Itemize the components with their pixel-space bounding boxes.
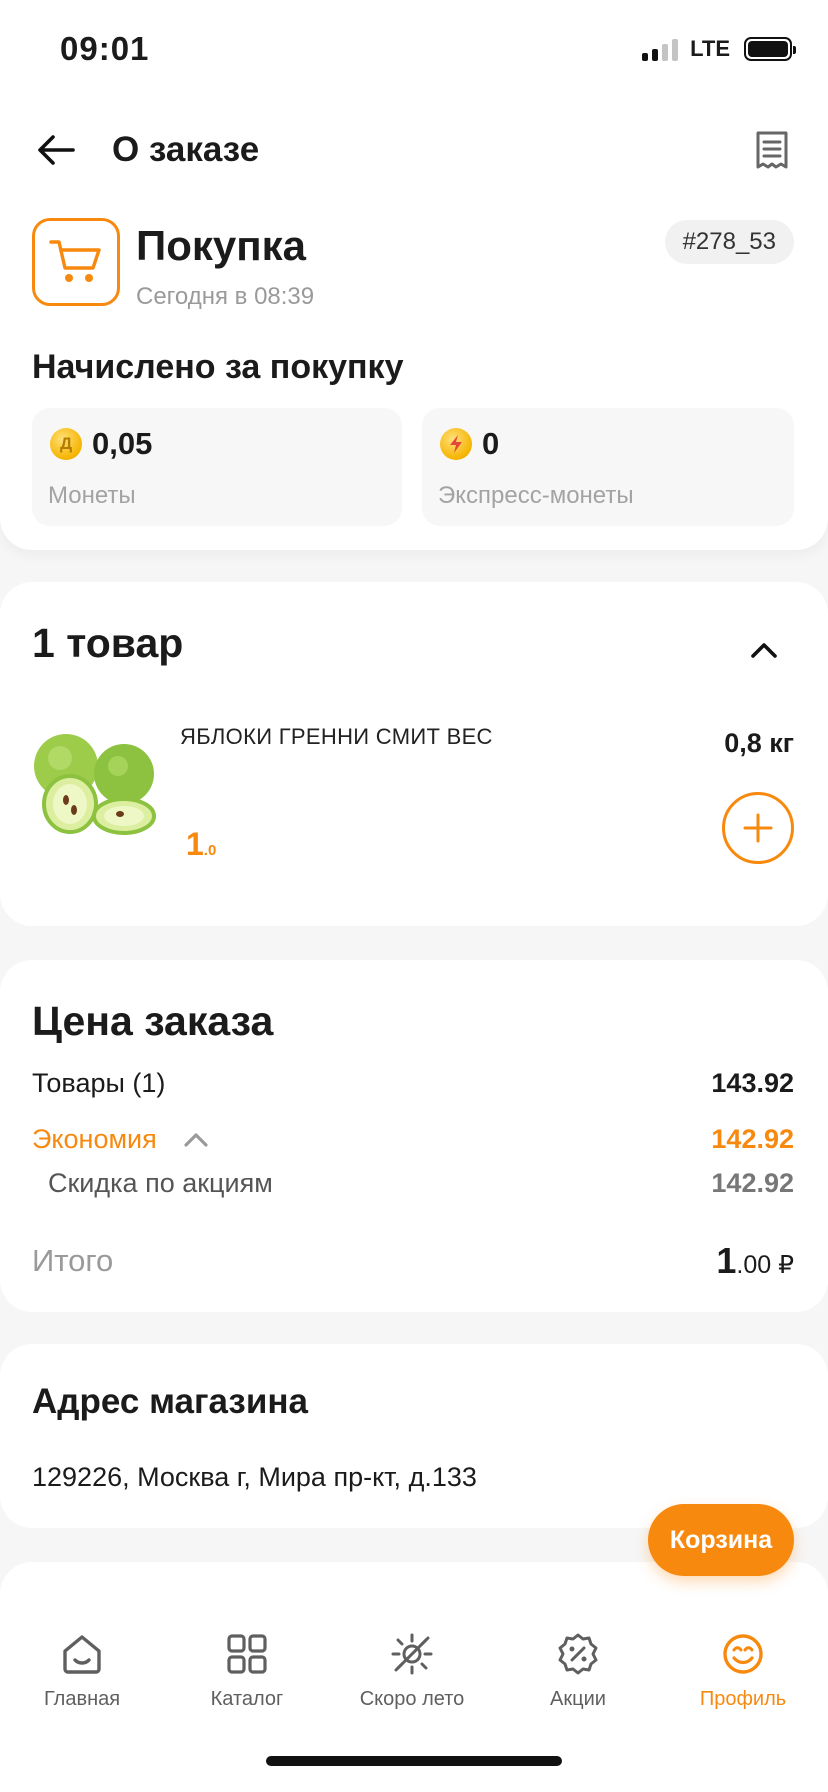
- shopping-cart-icon: [49, 240, 101, 282]
- chevron-up-icon: [184, 1132, 208, 1147]
- express-coins-label: Экспресс-монеты: [438, 482, 634, 509]
- back-button[interactable]: [30, 124, 82, 176]
- tab-profile[interactable]: Профиль: [668, 1630, 818, 1711]
- receipt-button[interactable]: [746, 124, 798, 176]
- coins-label: Монеты: [48, 482, 136, 509]
- items-card: 1 товар ЯБЛОКИ ГРЕННИ СМИТ ВЕС 0,8 кг 1.…: [0, 582, 828, 926]
- arrow-left-icon: [38, 135, 75, 165]
- discount-icon: [554, 1630, 602, 1678]
- tab-catalog[interactable]: Каталог: [172, 1630, 322, 1711]
- total-label: Итого: [32, 1243, 114, 1278]
- address-text: 129226, Москва г, Мира пр-кт, д.133: [32, 1462, 477, 1492]
- page-title: О заказе: [112, 130, 260, 169]
- add-to-cart-button[interactable]: [722, 792, 794, 864]
- store-address-card: Адрес магазина 129226, Москва г, Мира пр…: [0, 1344, 828, 1528]
- sun-icon: [388, 1630, 436, 1678]
- tab-summer[interactable]: Скоро лето: [337, 1630, 487, 1711]
- status-time: 09:01: [60, 30, 150, 67]
- network-label: LTE: [690, 36, 730, 61]
- discount-label: Скидка по акциям: [48, 1168, 273, 1198]
- earned-title: Начислено за покупку: [32, 348, 404, 386]
- purchase-time: Сегодня в 08:39: [136, 283, 315, 310]
- tab-label-summer: Скоро лето: [359, 1688, 465, 1710]
- discount-row: Скидка по акциям 142.92: [48, 1168, 794, 1199]
- express-coins-box: 0 Экспресс-монеты: [422, 408, 794, 526]
- product-name: ЯБЛОКИ ГРЕННИ СМИТ ВЕС: [180, 724, 493, 749]
- collapse-items-button[interactable]: [744, 630, 784, 670]
- total-value: 1.00 ₽: [716, 1240, 794, 1282]
- coins-box: Д 0,05 Монеты: [32, 408, 402, 526]
- savings-label: Экономия: [32, 1124, 157, 1154]
- goods-value: 143.92: [711, 1068, 794, 1098]
- product-price-major: 1: [186, 826, 204, 862]
- total-value-minor: .00 ₽: [736, 1251, 794, 1279]
- battery-icon: [744, 37, 796, 61]
- discount-value: 142.92: [711, 1168, 794, 1198]
- tab-promotions[interactable]: Акции: [503, 1630, 653, 1711]
- product-price-minor: .0: [203, 842, 217, 859]
- signal-icon: [642, 37, 679, 61]
- smile-icon: [719, 1630, 767, 1678]
- status-icons: LTE: [642, 36, 796, 62]
- address-title: Адрес магазина: [32, 1382, 308, 1421]
- grid-icon: [223, 1630, 271, 1678]
- tab-label-promotions: Акции: [550, 1688, 606, 1710]
- tab-label-home: Главная: [43, 1688, 121, 1710]
- price-title: Цена заказа: [32, 998, 274, 1044]
- purchase-badge: [32, 218, 120, 306]
- tab-label-catalog: Каталог: [210, 1688, 284, 1710]
- order-price-card: Цена заказа Товары (1) 143.92 Экономия 1…: [0, 960, 828, 1312]
- purchase-title: Покупка: [136, 222, 306, 269]
- savings-value: 142.92: [711, 1124, 794, 1154]
- goods-label: Товары (1): [32, 1068, 166, 1098]
- coin-icon: Д: [50, 428, 82, 460]
- items-title: 1 товар: [32, 620, 184, 666]
- purchase-card: Покупка Сегодня в 08:39 #278_53 Начислен…: [0, 180, 828, 550]
- goods-row: Товары (1) 143.92: [32, 1068, 794, 1099]
- product-price: 1.0: [186, 826, 216, 863]
- coins-value: 0,05: [92, 426, 153, 461]
- order-id-badge[interactable]: #278_53: [664, 220, 794, 264]
- receipt-icon: [756, 131, 788, 169]
- product-weight: 0,8 кг: [724, 728, 794, 758]
- total-value-major: 1: [716, 1240, 737, 1281]
- total-row: Итого 1.00 ₽: [32, 1240, 794, 1282]
- status-bar: 09:01 LTE: [0, 0, 828, 100]
- plus-icon: [743, 813, 773, 843]
- tab-label-profile: Профиль: [699, 1688, 787, 1710]
- home-indicator: [266, 1756, 562, 1766]
- home-icon: [58, 1630, 106, 1678]
- lightning-coin-icon: [440, 428, 472, 460]
- express-coins-value: 0: [482, 426, 500, 461]
- tab-home[interactable]: Главная: [7, 1630, 157, 1711]
- chevron-up-icon: [751, 643, 777, 658]
- cart-button[interactable]: Корзина: [648, 1504, 794, 1576]
- product-image: [34, 734, 156, 835]
- savings-row[interactable]: Экономия 142.92: [32, 1124, 794, 1155]
